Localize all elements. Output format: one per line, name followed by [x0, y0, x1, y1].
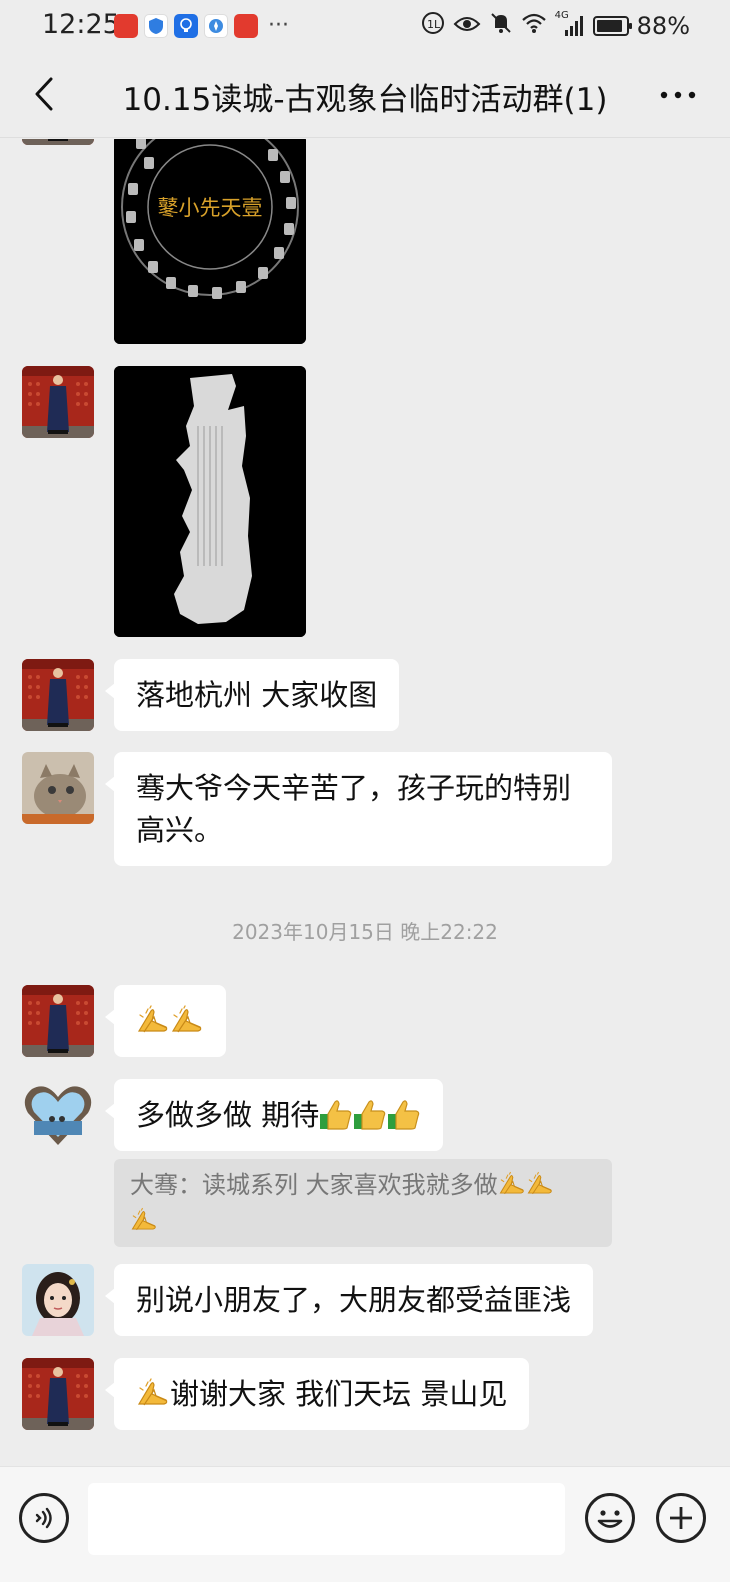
avatar[interactable]	[22, 985, 94, 1057]
avatar[interactable]	[22, 659, 94, 731]
folded-hands-icon	[130, 1207, 158, 1233]
thumbs-up-icon	[387, 1098, 421, 1130]
voice-button[interactable]	[19, 1493, 69, 1543]
more-functions-button[interactable]	[656, 1493, 706, 1543]
status-system-icons: 1L 4G 88%	[421, 10, 690, 41]
red-app-icon	[234, 13, 258, 38]
avatar[interactable]	[22, 1079, 94, 1151]
message-text: 别说小朋友了，大朋友都受益匪浅	[136, 1283, 572, 1317]
back-button[interactable]	[24, 74, 64, 114]
status-app-icons: ···	[114, 13, 289, 38]
folded-hands-icon	[498, 1171, 526, 1197]
chevron-left-icon	[35, 77, 53, 111]
image-message[interactable]	[114, 366, 306, 637]
eye-icon	[453, 12, 481, 40]
heart-avatar-image	[22, 1079, 94, 1151]
message-list[interactable]: 鼕小先天壹 落地杭州 大家收图 骞大爷今天辛苦了，孩子玩的特别 高兴。 2023…	[0, 139, 730, 1466]
scroll-map-image	[114, 366, 306, 637]
message-bubble[interactable]: 骞大爷今天辛苦了，孩子玩的特别 高兴。	[105, 752, 612, 866]
avatar[interactable]	[22, 366, 94, 438]
message-text: 多做多做 期待	[136, 1098, 320, 1132]
avatar[interactable]	[22, 1358, 94, 1430]
battery-level	[596, 20, 622, 32]
avatar-image	[22, 1358, 94, 1430]
seal-text: 鼕小先天壹	[158, 196, 263, 220]
folded-hands-icon	[170, 1005, 204, 1035]
emoji-button[interactable]	[585, 1493, 635, 1543]
bulb-app-icon	[174, 13, 198, 38]
status-time: 12:25	[42, 9, 120, 40]
more-notifications-indicator: ···	[268, 13, 289, 38]
mute-bell-icon	[489, 11, 513, 41]
cat-avatar-image	[22, 752, 94, 824]
status-bar: 12:25 ··· 1L 4G 88%	[0, 0, 730, 52]
more-dots-icon	[660, 91, 696, 99]
chat-header: 10.15读城-古观象台临时活动群(1)	[0, 52, 730, 138]
wifi-icon	[521, 12, 547, 40]
hd-call-icon: 1L	[421, 11, 445, 41]
folded-hands-icon	[526, 1171, 554, 1197]
message-bubble[interactable]: 谢谢大家 我们天坛 景山见	[104, 1358, 530, 1430]
message-text: 谢谢大家 我们天坛 景山见	[170, 1377, 508, 1411]
compass-app-icon	[204, 13, 228, 38]
emoji-smile-icon	[597, 1510, 623, 1528]
avatar-image	[22, 366, 94, 438]
signal-icon: 4G	[555, 10, 585, 38]
svg-text:1L: 1L	[427, 18, 441, 31]
avatar[interactable]	[22, 139, 94, 145]
message-bubble[interactable]: 多做多做 期待	[104, 1079, 444, 1151]
avatar-image	[22, 985, 94, 1057]
message-bubble[interactable]: 落地杭州 大家收图	[104, 659, 400, 731]
battery-icon	[592, 16, 632, 36]
message-text: 高兴。	[136, 813, 224, 847]
more-options-button[interactable]	[656, 77, 700, 113]
folded-hands-icon	[136, 1378, 170, 1408]
quoted-text: 大骞：读城系列 大家喜欢我就多做	[130, 1171, 498, 1199]
image-message[interactable]: 鼕小先天壹	[114, 139, 306, 344]
message-bubble[interactable]: 别说小朋友了，大朋友都受益匪浅	[104, 1264, 594, 1336]
input-bar	[0, 1466, 730, 1582]
avatar[interactable]	[22, 752, 94, 824]
message-text: 落地杭州 大家收图	[136, 678, 378, 712]
shield-app-icon	[144, 13, 168, 38]
avatar[interactable]	[22, 1264, 94, 1336]
battery-percent: 88%	[636, 12, 690, 40]
message-input[interactable]	[88, 1483, 565, 1555]
message-timestamp: 2023年10月15日 晚上22:22	[232, 920, 498, 944]
quoted-message[interactable]: 大骞：读城系列 大家喜欢我就多做	[114, 1159, 612, 1247]
thumbs-up-icon	[319, 1098, 353, 1130]
chat-title: 10.15读城-古观象台临时活动群(1)	[122, 82, 608, 118]
plus-circle-icon	[670, 1507, 692, 1529]
girl-avatar-image	[22, 1264, 94, 1336]
seal-image: 鼕小先天壹	[114, 139, 306, 344]
red-app-icon	[114, 13, 138, 38]
message-bubble[interactable]	[105, 985, 226, 1057]
message-text: 骞大爷今天辛苦了，孩子玩的特别	[136, 771, 572, 805]
avatar-image	[22, 139, 94, 145]
voice-icon	[35, 1507, 52, 1529]
folded-hands-icon	[136, 1005, 170, 1035]
avatar-image	[22, 659, 94, 731]
thumbs-up-icon	[353, 1098, 387, 1130]
